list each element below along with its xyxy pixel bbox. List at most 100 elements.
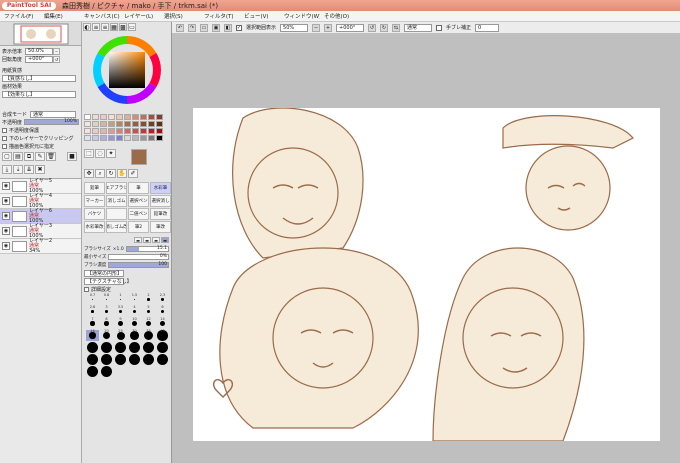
palette-swatch[interactable] — [92, 121, 99, 127]
brush-size-option[interactable]: 10 — [128, 317, 141, 329]
source-checkbox[interactable] — [2, 143, 7, 149]
tool-eraser-custom[interactable]: 消しゴム改 — [106, 221, 127, 233]
lasso-icon[interactable]: ◌ — [95, 149, 105, 158]
brush-texture-select[interactable]: 【テクスチャなし】 — [84, 277, 132, 285]
menu-canvas[interactable]: キャンバス(C) — [80, 12, 120, 20]
brush-size-option[interactable]: 8 — [100, 317, 113, 329]
palette-swatch[interactable] — [156, 128, 163, 134]
palette-swatch[interactable] — [84, 121, 91, 127]
menu-other[interactable]: その他(O) — [320, 12, 360, 20]
tool-brush[interactable]: 筆 — [128, 182, 149, 194]
rect-select-icon[interactable]: ⬚ — [84, 149, 94, 158]
tip-2-icon[interactable]: ▬ — [143, 237, 151, 243]
density-slider[interactable]: 100 — [108, 262, 169, 268]
palette-swatch[interactable] — [156, 114, 163, 120]
hide-icon[interactable]: ◧ — [224, 23, 232, 32]
menu-layer[interactable]: レイヤー(L) — [120, 12, 160, 20]
palette-swatch[interactable] — [148, 128, 155, 134]
palette-swatch[interactable] — [92, 135, 99, 141]
palette-swatch[interactable] — [140, 128, 147, 134]
palette-swatch[interactable] — [140, 114, 147, 120]
brush-size-option[interactable] — [100, 342, 113, 353]
trash-icon[interactable]: ✖ — [35, 165, 45, 174]
brush-size-option[interactable]: 9 — [114, 317, 127, 329]
brush-size-option[interactable]: 0.7 — [86, 293, 99, 305]
zoom-in-icon[interactable]: + — [324, 23, 333, 32]
scratchpad-icon[interactable]: ▭ — [128, 23, 136, 31]
palette-swatch[interactable] — [100, 135, 107, 141]
tool-bucket[interactable]: バケツ — [84, 208, 105, 220]
rotate-reset-icon[interactable]: ↺ — [53, 55, 61, 63]
brush-size-slider[interactable]: 15.1 — [125, 246, 169, 252]
move-icon[interactable]: ✥ — [84, 169, 94, 178]
brush-size-option[interactable]: 3.5 — [114, 305, 127, 317]
brush-size-option[interactable]: 16 — [86, 329, 99, 341]
clip-checkbox[interactable] — [2, 135, 7, 141]
zoom-select[interactable]: 50% — [280, 23, 309, 32]
eye-icon[interactable]: ◉ — [2, 197, 10, 205]
protect-checkbox[interactable] — [2, 127, 7, 133]
tool-pencil-custom[interactable]: 鉛筆改 — [150, 208, 171, 220]
palette-swatch[interactable] — [84, 135, 91, 141]
palette-swatch[interactable] — [108, 128, 115, 134]
tool-brush2[interactable]: 筆2 — [128, 221, 149, 233]
menu-window[interactable]: ウィンドウ(W) — [280, 12, 320, 20]
layer-item-active[interactable]: ◉ レイヤー6 通常 100% — [0, 208, 81, 224]
detail-toggle-icon[interactable] — [84, 286, 89, 292]
hsv-slider-icon[interactable]: ≡ — [101, 23, 109, 31]
palette-swatch[interactable] — [140, 135, 147, 141]
palette-swatch[interactable] — [132, 114, 139, 120]
brush-size-option[interactable]: 3 — [100, 305, 113, 317]
new-layer-icon[interactable]: ▢ — [2, 152, 12, 161]
eye-icon[interactable]: ◉ — [2, 227, 10, 235]
redo-icon[interactable]: ↷ — [188, 23, 196, 32]
eye-icon[interactable]: ◉ — [2, 182, 10, 190]
opacity-slider[interactable]: 100% — [24, 119, 79, 125]
brush-size-option[interactable]: 4 — [128, 305, 141, 317]
zoom-field[interactable]: 50.0% — [25, 47, 54, 55]
layer-item[interactable]: ◉ レイヤー5 通常 100% — [0, 178, 81, 194]
eyedropper-icon[interactable]: ✐ — [128, 169, 138, 178]
brush-size-option[interactable] — [100, 366, 113, 377]
rgb-slider-icon[interactable]: ≡ — [92, 23, 100, 31]
brush-size-option[interactable]: 1.5 — [128, 293, 141, 305]
brush-size-option[interactable] — [100, 354, 113, 365]
brush-size-option[interactable]: 35 — [142, 329, 155, 341]
brush-shape-select[interactable]: 【通常の円形】 — [84, 269, 124, 277]
menu-filter[interactable]: フィルタ(T) — [200, 12, 240, 20]
size-multiplier[interactable]: ×1.0 — [113, 247, 124, 252]
palette-swatch[interactable] — [84, 128, 91, 134]
brush-size-option[interactable] — [142, 342, 155, 353]
zoom-out-icon[interactable]: − — [312, 23, 321, 32]
navigator[interactable] — [0, 22, 81, 46]
palette-swatch[interactable] — [100, 128, 107, 134]
palette-swatch[interactable] — [132, 121, 139, 127]
palette-swatch[interactable] — [100, 121, 107, 127]
menu-view[interactable]: ビュー(V) — [240, 12, 280, 20]
tool-eraser[interactable]: 消しゴム — [106, 195, 127, 207]
palette-swatch[interactable] — [124, 135, 131, 141]
eye-icon[interactable]: ◉ — [2, 212, 10, 220]
tool-marker[interactable]: マーカー — [84, 195, 105, 207]
brush-size-option[interactable]: 20 — [100, 329, 113, 341]
tool-empty[interactable] — [106, 208, 127, 220]
tool-brush-custom[interactable]: 筆改 — [150, 221, 171, 233]
foreground-color[interactable] — [131, 149, 147, 165]
palette-swatch[interactable] — [148, 114, 155, 120]
invert-icon[interactable]: ▣ — [212, 23, 220, 32]
palette-swatch[interactable] — [148, 135, 155, 141]
tool-watercolor-custom[interactable]: 水彩筆改 — [84, 221, 105, 233]
palette-swatch[interactable] — [148, 121, 155, 127]
rotate-icon[interactable]: ↻ — [106, 169, 116, 178]
brush-size-option[interactable] — [142, 354, 155, 365]
zoom-minus-icon[interactable]: − — [53, 47, 61, 55]
palette-swatch[interactable] — [124, 121, 131, 127]
layer-item[interactable]: ◉ レイヤー2 通常 34% — [0, 238, 81, 254]
angle-field[interactable]: +000° — [25, 55, 54, 63]
brush-size-option[interactable] — [128, 354, 141, 365]
rotate-right-icon[interactable]: ↻ — [380, 23, 389, 32]
tip-4-icon[interactable]: ▬ — [161, 237, 169, 243]
brush-size-option[interactable]: 2.6 — [86, 305, 99, 317]
layer-item[interactable]: ◉ レイヤー3 通常 100% — [0, 223, 81, 239]
clear-layer-icon[interactable]: ✎ — [35, 152, 45, 161]
